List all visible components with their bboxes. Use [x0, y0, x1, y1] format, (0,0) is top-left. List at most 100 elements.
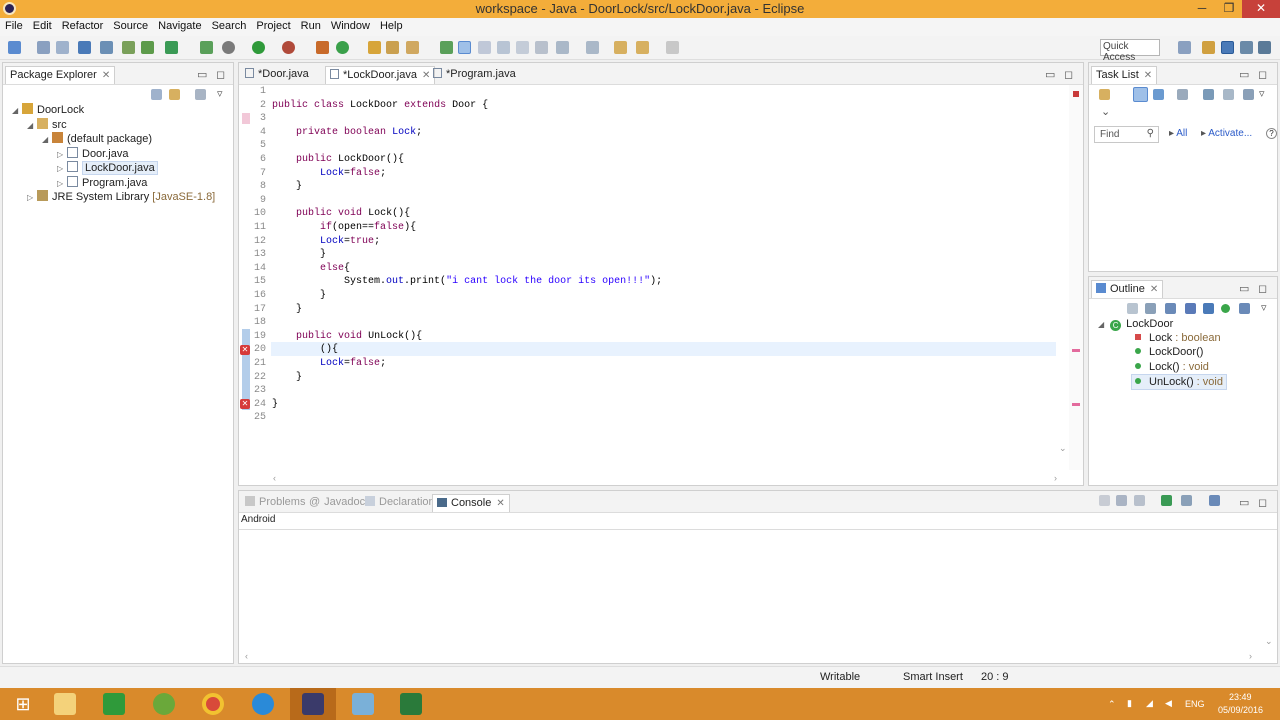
editor-tab-program[interactable]: *Program.java — [429, 66, 520, 84]
code-line[interactable]: private boolean Lock; — [272, 127, 422, 138]
code-line[interactable]: else{ — [272, 263, 350, 274]
back-icon[interactable] — [636, 41, 649, 54]
search-icon[interactable] — [406, 41, 419, 54]
save-icon[interactable] — [37, 41, 50, 54]
close-tab-icon[interactable]: ✕ — [102, 70, 110, 81]
collapsed-arrow-icon[interactable]: ▷ — [57, 164, 67, 173]
maximize-view-icon[interactable]: ◻ — [1258, 282, 1267, 295]
open-perspective-icon[interactable] — [1178, 41, 1191, 54]
restore-button[interactable]: ❐ — [1216, 0, 1242, 18]
hide-local-types-icon[interactable] — [1239, 303, 1250, 314]
word-wrap-icon[interactable] — [1134, 495, 1145, 506]
notepad-button[interactable] — [340, 688, 386, 720]
prev-annotation-icon[interactable] — [586, 41, 599, 54]
word-wrap-icon[interactable] — [497, 41, 510, 54]
java-perspective-icon[interactable] — [1221, 41, 1234, 54]
code-line[interactable]: public void Lock(){ — [272, 208, 410, 219]
overview-error-marker[interactable] — [1072, 349, 1080, 352]
expand-arrow-icon[interactable]: ◢ — [12, 106, 22, 115]
menu-navigate[interactable]: Navigate — [153, 18, 206, 34]
start-button[interactable]: ⊞ — [0, 688, 46, 720]
hide-non-public-icon[interactable] — [1221, 304, 1230, 313]
code-line[interactable]: } — [272, 249, 326, 260]
expand-all-icon[interactable] — [1243, 89, 1254, 100]
tab-console[interactable]: Console ✕ — [432, 494, 510, 512]
scroll-left-icon[interactable]: ‹ — [245, 651, 248, 661]
tab-javadoc[interactable]: @ Javadoc — [305, 494, 369, 512]
internet-explorer-button[interactable] — [240, 688, 286, 720]
code-line[interactable]: } — [272, 372, 302, 383]
code-line[interactable]: } — [272, 304, 302, 315]
skip-breakpoints-icon[interactable] — [100, 41, 113, 54]
code-line[interactable]: public class LockDoor extends Door { — [272, 100, 488, 111]
scroll-down-icon[interactable]: ⌄ — [1265, 636, 1273, 647]
focus-on-task-icon[interactable] — [1127, 303, 1138, 314]
maximize-view-icon[interactable]: ◻ — [1258, 496, 1267, 509]
menu-window[interactable]: Window — [326, 18, 375, 34]
view-menu-icon[interactable]: ▿ — [217, 87, 223, 100]
outline-member-field[interactable]: Lock : boolean — [1135, 332, 1221, 344]
maximize-view-icon[interactable]: ◻ — [1258, 68, 1267, 81]
debug-icon[interactable] — [222, 41, 235, 54]
tree-item-project[interactable]: ◢ DoorLock — [12, 103, 84, 116]
pin-console-icon[interactable] — [1161, 495, 1172, 506]
menu-run[interactable]: Run — [296, 18, 326, 34]
new-icon[interactable] — [8, 41, 21, 54]
forward-icon[interactable] — [666, 41, 679, 54]
chrome-button[interactable] — [190, 688, 236, 720]
code-line[interactable]: } — [272, 290, 326, 301]
error-summary-icon[interactable] — [1073, 91, 1079, 97]
categorized-icon[interactable] — [1133, 87, 1148, 102]
expand-arrow-icon[interactable]: ◢ — [42, 135, 52, 144]
next-annotation-icon[interactable] — [556, 41, 569, 54]
annotation-icon[interactable] — [440, 41, 453, 54]
sort-icon[interactable] — [1165, 303, 1176, 314]
code-line[interactable]: } — [272, 181, 302, 192]
close-tab-icon[interactable]: ✕ — [1150, 284, 1158, 295]
scheduled-icon[interactable] — [1153, 89, 1164, 100]
code-line[interactable]: } — [272, 399, 278, 410]
view-menu-icon[interactable]: ▿ — [1259, 87, 1265, 100]
expand-arrow-icon[interactable]: ◢ — [27, 121, 37, 130]
outline-member-unlock[interactable]: UnLock() : void — [1131, 374, 1227, 390]
overview-error-marker[interactable] — [1072, 403, 1080, 406]
lint-icon[interactable] — [165, 41, 178, 54]
help-icon[interactable]: ? — [1266, 128, 1277, 139]
tab-package-explorer[interactable]: Package Explorer ✕ — [5, 66, 116, 84]
editor-tab-door[interactable]: *Door.java — [241, 66, 313, 84]
external-tools-icon[interactable] — [282, 41, 295, 54]
collapsed-arrow-icon[interactable]: ▷ — [27, 193, 37, 202]
menu-search[interactable]: Search — [207, 18, 252, 34]
save-all-icon[interactable] — [56, 41, 69, 54]
camtasia-button[interactable] — [388, 688, 434, 720]
minimize-view-icon[interactable]: ▭ — [1239, 496, 1249, 509]
find-input[interactable]: Find ⚲ — [1094, 126, 1159, 143]
code-line[interactable]: if(open==false){ — [272, 222, 416, 233]
outline-member-lock[interactable]: Lock() : void — [1135, 361, 1209, 373]
tree-item-jre-library[interactable]: ▷ JRE System Library [JavaSE-1.8] — [27, 190, 215, 203]
menu-source[interactable]: Source — [108, 18, 153, 34]
code-line[interactable]: Lock=false; — [272, 168, 386, 179]
volume-icon[interactable]: ◀ — [1165, 698, 1172, 709]
activate-link[interactable]: ▸ Activate... — [1201, 128, 1252, 139]
file-explorer-button[interactable] — [42, 688, 88, 720]
last-edit-icon[interactable] — [614, 41, 627, 54]
collapsed-arrow-icon[interactable]: ▷ — [57, 179, 67, 188]
scroll-right-icon[interactable]: › — [1249, 651, 1252, 661]
tab-outline[interactable]: Outline ✕ — [1091, 280, 1164, 298]
hide-static-icon[interactable] — [1203, 303, 1214, 314]
focus-task-icon[interactable] — [195, 89, 206, 100]
menu-edit[interactable]: Edit — [28, 18, 57, 34]
tab-declaration[interactable]: Declaration — [361, 494, 439, 512]
open-type-icon[interactable] — [368, 41, 381, 54]
open-console-icon[interactable] — [1209, 495, 1220, 506]
new-class-icon[interactable] — [316, 41, 329, 54]
tree-item-program-java[interactable]: ▷ Program.java — [57, 176, 147, 189]
code-line[interactable]: Lock=false; — [272, 358, 386, 369]
horizontal-scrollbar[interactable]: ‹ › — [273, 473, 1057, 483]
editor-tab-lockdoor[interactable]: *LockDoor.java ✕ — [325, 66, 436, 84]
tree-item-default-package[interactable]: ◢ (default package) — [42, 132, 152, 145]
all-link[interactable]: ▸ All — [1169, 128, 1187, 139]
tree-item-src[interactable]: ◢ src — [27, 118, 67, 131]
collapse-all-icon[interactable] — [151, 89, 162, 100]
